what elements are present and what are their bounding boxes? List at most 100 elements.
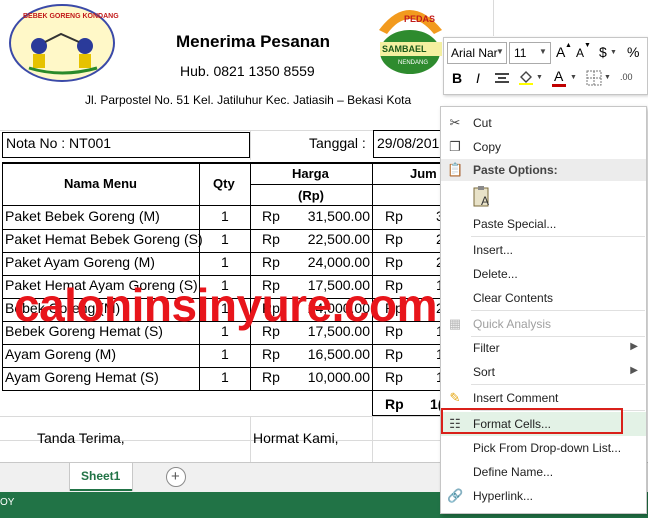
status-text: OY	[0, 497, 15, 508]
chevron-down-icon: ▼	[610, 49, 617, 56]
highlight-box	[441, 408, 623, 434]
row-rp2: Rp	[385, 346, 403, 362]
currency-button[interactable]: $ ▼	[596, 44, 618, 62]
paste-clipboard-icon: A	[473, 186, 489, 208]
menu-item-cut[interactable]: ✂ Cut	[441, 111, 646, 135]
logo-right-bottom: NENDANG	[398, 60, 429, 66]
align-center-button[interactable]	[492, 70, 512, 88]
submenu-arrow-icon: ▶	[630, 341, 638, 352]
row-menu: Ayam Goreng (M)	[5, 346, 116, 362]
page-title: Menerima Pesanan	[176, 32, 331, 51]
borders-button[interactable]: ▼	[584, 68, 614, 88]
logo-right-top: PEDAS	[404, 14, 436, 24]
fill-color-button[interactable]: ▼	[516, 68, 546, 88]
caret-down-icon: ▼	[584, 42, 591, 49]
row-rp2: Rp	[385, 208, 403, 224]
phone-number: Hub. 0821 1350 8559	[180, 63, 315, 79]
quick-analysis-icon: ▦	[448, 316, 462, 331]
row-qty: 1	[221, 208, 229, 224]
logo-right-mid: SAMBAEL	[382, 44, 427, 54]
plus-icon: +	[171, 468, 180, 485]
menu-item-filter-label: Filter	[473, 341, 500, 355]
percent-button[interactable]: %	[624, 44, 644, 62]
row-rp2: Rp	[385, 369, 403, 385]
align-center-icon	[495, 73, 509, 83]
comment-icon: ✎	[449, 390, 461, 405]
menu-item-define-name-label: Define Name...	[473, 465, 554, 479]
sheet-tab-sheet1[interactable]: Sheet1	[70, 463, 132, 491]
menu-item-insert-comment-label: Insert Comment	[473, 391, 559, 405]
row-rp2: Rp	[385, 254, 403, 270]
row-rp: Rp	[262, 231, 280, 247]
col-header-menu: Nama Menu	[64, 176, 137, 191]
row-menu: Paket Hemat Bebek Goreng (S)	[5, 231, 203, 247]
font-name-value: Arial Nar	[451, 46, 498, 60]
row-rp: Rp	[262, 208, 280, 224]
menu-item-quick-analysis: ▦ Quick Analysis	[441, 312, 646, 336]
menu-item-pick-dropdown-label: Pick From Drop-down List...	[473, 441, 622, 455]
table-row[interactable]: Paket Bebek Goreng (M) 1 Rp 31,500.00 Rp…	[0, 206, 444, 229]
row-harga: 31,500.00	[307, 208, 370, 224]
menu-item-define-name[interactable]: Define Name...	[441, 460, 646, 484]
col-header-qty: Qty	[213, 176, 235, 191]
menu-item-clear-contents[interactable]: Clear Contents	[441, 286, 646, 310]
col-header-harga: Harga	[292, 166, 329, 181]
italic-icon: I	[476, 70, 480, 86]
paste-icon: 📋	[447, 162, 464, 177]
bold-button[interactable]: B	[448, 68, 466, 88]
shrink-font-icon: A	[576, 46, 585, 60]
copy-icon: ❐	[449, 139, 461, 154]
menu-item-paste-special-label: Paste Special...	[473, 217, 557, 231]
menu-item-insert[interactable]: Insert...	[441, 238, 646, 262]
chevron-down-icon: ▼	[539, 47, 547, 56]
grow-font-icon: A	[556, 44, 566, 60]
font-name-select[interactable]: Arial Nar ▼	[447, 42, 507, 64]
watermark-text: caloninsinyure.com	[14, 279, 438, 331]
hyperlink-icon: 🔗	[447, 488, 464, 503]
row-qty: 1	[221, 369, 229, 385]
menu-item-insert-comment[interactable]: ✎ Insert Comment	[441, 386, 646, 410]
menu-item-pick-dropdown[interactable]: Pick From Drop-down List...	[441, 436, 646, 460]
sheet-tab-label: Sheet1	[81, 469, 121, 483]
menu-item-sort[interactable]: Sort ▶	[441, 360, 646, 384]
row-rp2: Rp	[385, 231, 403, 247]
bold-icon: B	[452, 70, 463, 86]
total-rp: Rp	[385, 396, 404, 412]
col-header-harga-unit: (Rp)	[298, 188, 324, 203]
svg-text:A: A	[481, 194, 489, 208]
context-menu: ✂ Cut ❐ Copy 📋 Paste Options: A Paste Sp…	[440, 106, 647, 514]
address: Jl. Parpostel No. 51 Kel. Jatiluhur Kec.…	[85, 93, 412, 107]
menu-item-filter[interactable]: Filter ▶	[441, 336, 646, 360]
row-harga: 24,000.00	[307, 254, 370, 270]
italic-button[interactable]: I	[470, 68, 488, 88]
nota-number: Nota No : NT001	[6, 135, 112, 151]
table-row[interactable]: Ayam Goreng (M) 1 Rp 16,500.00 Rp 1	[0, 344, 444, 367]
table-row[interactable]: Paket Hemat Bebek Goreng (S) 1 Rp 22,500…	[0, 229, 444, 252]
menu-item-paste-special[interactable]: Paste Special...	[441, 212, 646, 236]
decrease-decimal-button[interactable]: .00	[618, 68, 642, 88]
add-sheet-button[interactable]: +	[166, 467, 186, 487]
row-harga: 10,000.00	[307, 369, 370, 385]
table-row[interactable]: Paket Ayam Goreng (M) 1 Rp 24,000.00 Rp …	[0, 252, 444, 275]
font-color-icon: A	[554, 68, 564, 84]
font-size-select[interactable]: 11 ▼	[509, 42, 551, 64]
chevron-down-icon: ▼	[570, 74, 577, 81]
paste-option-button[interactable]: A	[471, 185, 495, 209]
paste-options-header: 📋 Paste Options:	[441, 159, 646, 181]
font-color-button[interactable]: A ▼	[550, 68, 580, 88]
shrink-font-button[interactable]: A ▼	[574, 42, 591, 62]
menu-item-delete[interactable]: Delete...	[441, 262, 646, 286]
grow-font-button[interactable]: A ▲	[554, 42, 572, 62]
row-qty: 1	[221, 346, 229, 362]
decrease-decimal-icon: .00	[620, 72, 633, 82]
logo-left: BEBEK GORENG KONDANG	[9, 4, 119, 82]
font-size-value: 11	[514, 46, 527, 60]
submenu-arrow-icon: ▶	[630, 365, 638, 376]
tanggal-value: 29/08/201	[377, 135, 440, 151]
table-row[interactable]: Ayam Goreng Hemat (S) 1 Rp 10,000.00 Rp …	[0, 367, 444, 390]
row-rp: Rp	[262, 254, 280, 270]
menu-item-copy[interactable]: ❐ Copy	[441, 135, 646, 159]
row-harga: 16,500.00	[307, 346, 370, 362]
menu-item-hyperlink[interactable]: 🔗 Hyperlink...	[441, 484, 646, 508]
hormat-kami: Hormat Kami,	[253, 430, 339, 446]
